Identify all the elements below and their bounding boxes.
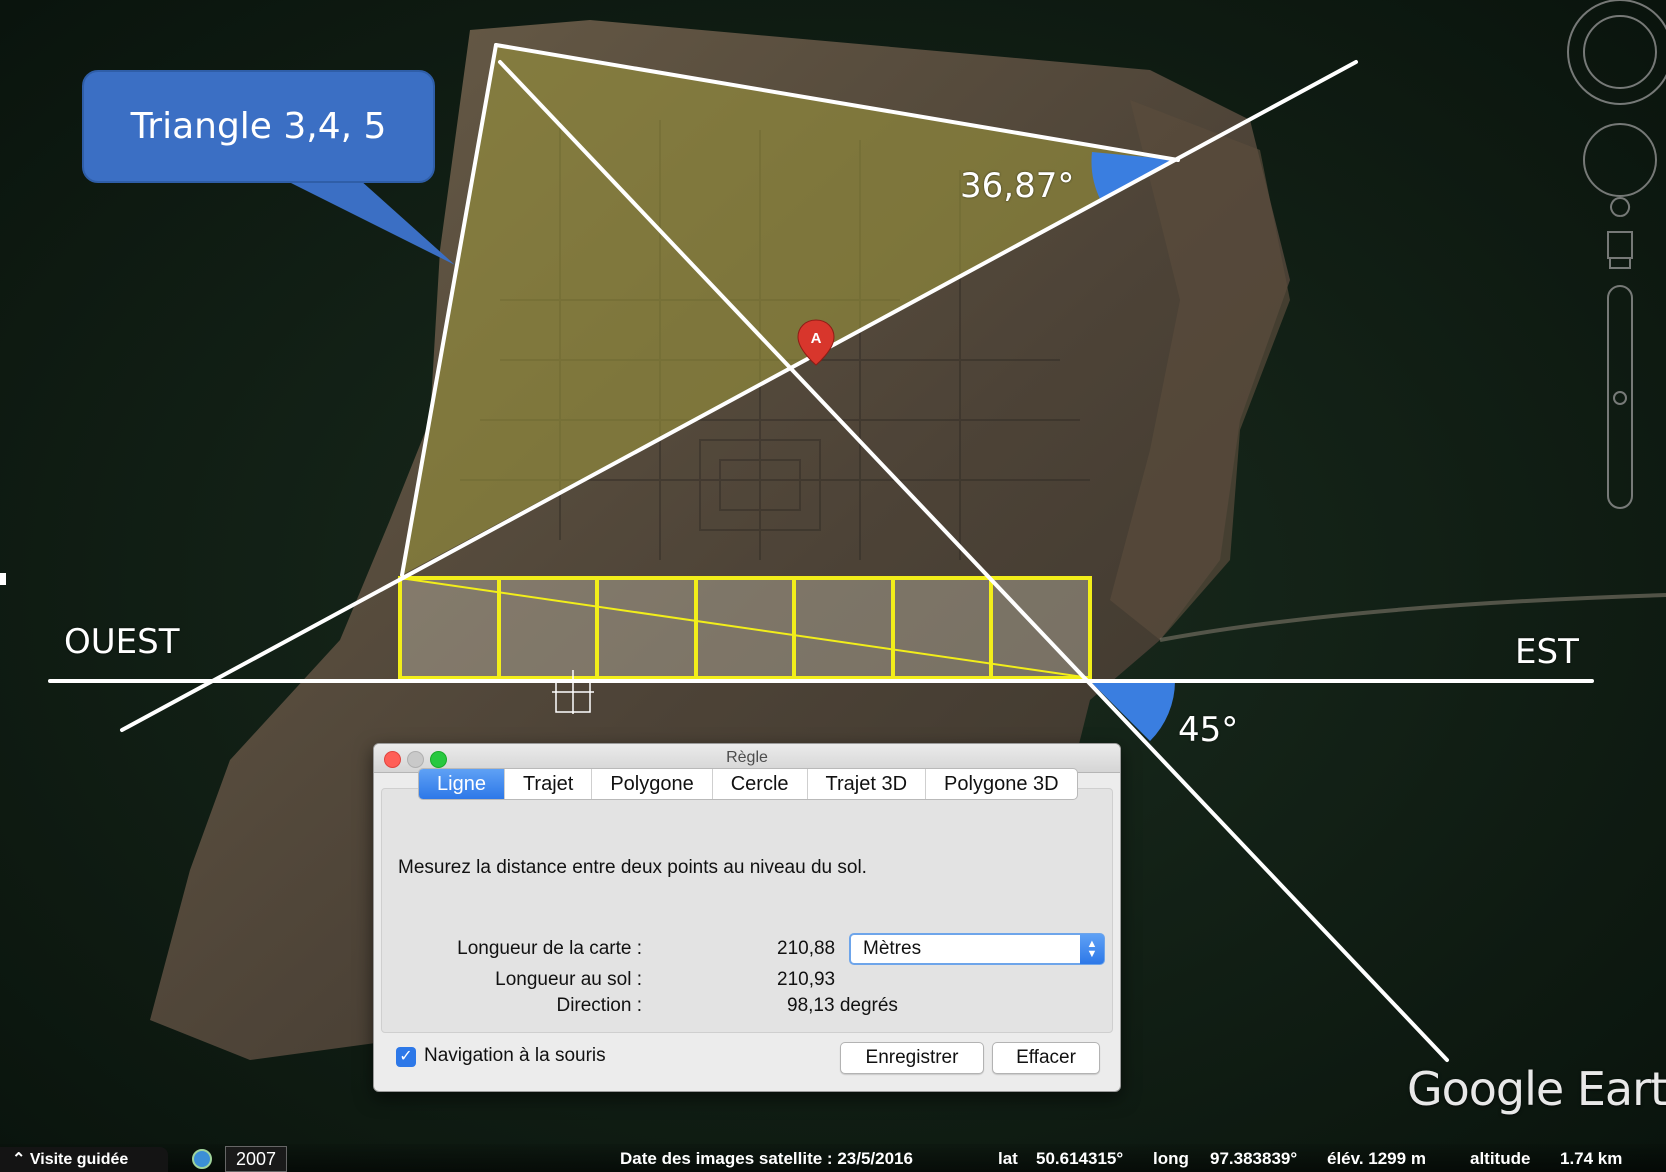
long-label: long	[1153, 1149, 1189, 1168]
map-length-value: 210,88	[777, 938, 836, 959]
tab-ligne[interactable]: Ligne	[419, 769, 505, 799]
google-earth-logo: Google Earth	[1407, 1062, 1666, 1116]
map-length-label: Longueur de la carte :	[457, 938, 642, 959]
imagery-year[interactable]: 2007	[225, 1146, 287, 1172]
ruler-tabs: Ligne Trajet Polygone Cercle Trajet 3D P…	[418, 768, 1078, 800]
navigation-checkbox[interactable]: ✓	[396, 1047, 416, 1067]
tab-trajet-3d[interactable]: Trajet 3D	[808, 769, 927, 799]
left-edge-marker	[0, 573, 6, 585]
dialog-title: Règle	[726, 749, 768, 766]
unit-select[interactable]: Mètres ▲ ▼	[849, 933, 1105, 965]
angle-label-bottom: 45°	[1178, 710, 1239, 750]
chevron-up-icon: ⌃	[12, 1151, 26, 1168]
unit-select-value: Mètres	[863, 938, 922, 959]
tab-polygone[interactable]: Polygone	[592, 769, 713, 799]
direction-value: 98,13 degrés	[787, 995, 898, 1016]
historical-imagery-icon[interactable]	[192, 1149, 212, 1169]
angle-arc-45	[1090, 681, 1175, 741]
long-value: 97.383839°	[1210, 1149, 1298, 1168]
checkmark-icon: ✓	[399, 1048, 413, 1065]
direction-label: Direction :	[556, 995, 642, 1016]
guided-tour-label: Visite guidée	[29, 1151, 129, 1168]
west-label: OUEST	[64, 622, 180, 662]
east-label: EST	[1515, 632, 1579, 672]
look-joystick-icon	[1583, 123, 1657, 197]
zoom-slider-icon	[1607, 285, 1633, 509]
navigation-controls[interactable]	[1567, 0, 1666, 509]
guided-tour-button[interactable]: ⌃ Visite guidée	[0, 1147, 168, 1172]
tab-trajet[interactable]: Trajet	[505, 769, 593, 799]
select-chevron-icon: ▲ ▼	[1080, 934, 1104, 964]
zoom-handle-icon	[1613, 391, 1627, 405]
tab-cercle[interactable]: Cercle	[713, 769, 808, 799]
triangle-callout: Triangle 3,4, 5	[82, 70, 435, 183]
triangle-highlight	[402, 45, 1178, 575]
imagery-date: Date des images satellite : 23/5/2016	[620, 1149, 913, 1168]
lat-label: lat	[998, 1149, 1018, 1168]
elevation: élév. 1299 m	[1327, 1149, 1426, 1168]
navigation-checkbox-label[interactable]: Navigation à la souris	[424, 1045, 606, 1067]
ground-length-label: Longueur au sol :	[495, 969, 642, 990]
compass-inner-icon	[1583, 15, 1657, 89]
tab-polygone-3d[interactable]: Polygone 3D	[926, 769, 1077, 799]
save-button[interactable]: Enregistrer	[840, 1042, 984, 1074]
callout-pointer	[285, 180, 455, 265]
status-bar: ⌃ Visite guidée 2007 Date des images sat…	[0, 1144, 1666, 1172]
angle-label-top: 36,87°	[960, 166, 1075, 206]
ruler-panel: Mesurez la distance entre deux points au…	[381, 788, 1113, 1033]
ruler-description: Mesurez la distance entre deux points au…	[398, 857, 867, 878]
lat-value: 50.614315°	[1036, 1149, 1124, 1168]
altitude-label: altitude	[1470, 1149, 1531, 1168]
altitude-value: 1.74 km	[1560, 1149, 1623, 1168]
clear-button[interactable]: Effacer	[992, 1042, 1100, 1074]
map-pin-label: A	[811, 330, 822, 347]
ruler-dialog: Règle Mesurez la distance entre deux poi…	[373, 743, 1121, 1092]
ground-length-value: 210,93	[777, 969, 836, 990]
street-view-icon	[1607, 197, 1633, 269]
